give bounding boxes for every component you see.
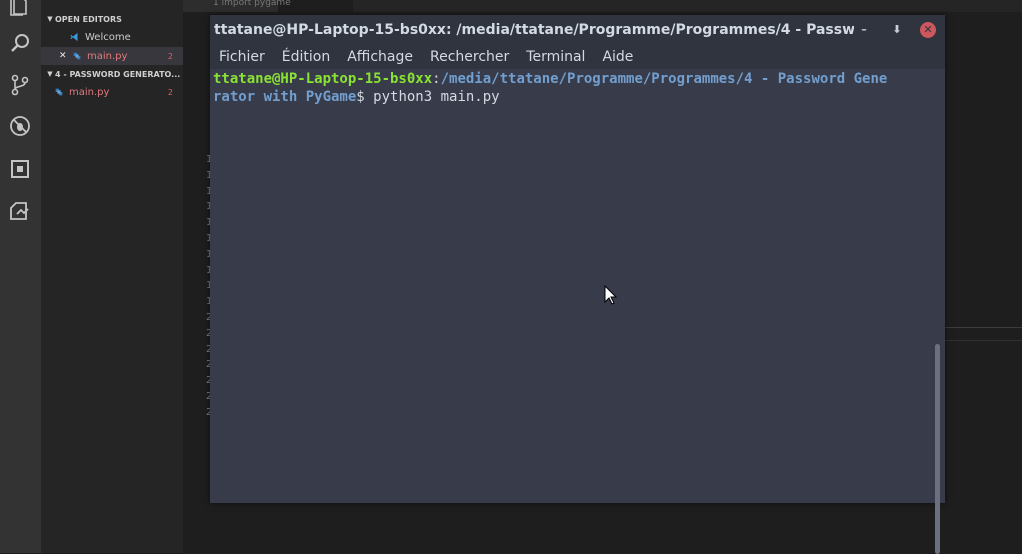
terminal-window[interactable]: ttatane@HP-Laptop-15-bs0xx: /media/ttata…: [210, 15, 945, 554]
caret-down-icon: ▼: [47, 70, 53, 78]
open-editors-label: OPEN EDITORS: [55, 14, 122, 24]
open-editor-label: Welcome: [85, 31, 131, 43]
open-editor-welcome[interactable]: Welcome: [41, 28, 183, 46]
menu-affichage[interactable]: Affichage: [347, 49, 413, 65]
python-icon: [71, 51, 83, 61]
maximize-button[interactable]: ⬇: [889, 22, 905, 38]
prompt-path: /media/ttatane/Programme/Programmes/4 - …: [440, 71, 888, 87]
remote-icon[interactable]: [8, 199, 32, 223]
folder-label: 4 - PASSWORD GENERATO...: [55, 69, 181, 79]
minimize-button[interactable]: –: [856, 22, 872, 38]
error-count-badge: 2: [167, 51, 173, 61]
terminal-menubar: Fichier Édition Affichage Rechercher Ter…: [210, 45, 945, 69]
python-icon: [53, 87, 65, 97]
prompt-path: rator with PyGame: [213, 89, 357, 105]
file-main-py[interactable]: main.py 2: [41, 83, 183, 101]
menu-rechercher[interactable]: Rechercher: [430, 49, 509, 65]
menu-terminal[interactable]: Terminal: [526, 49, 585, 65]
vscode-icon: [69, 32, 81, 42]
menu-aide[interactable]: Aide: [602, 49, 633, 65]
code-peek: 1 import pygame: [213, 0, 291, 8]
debug-icon[interactable]: [8, 114, 32, 138]
extensions-icon[interactable]: [8, 157, 32, 181]
panel-divider: [944, 340, 1022, 341]
search-icon[interactable]: [8, 32, 32, 56]
file-label: main.py: [69, 86, 110, 98]
caret-down-icon: ▼: [47, 15, 53, 23]
folder-header[interactable]: ▼ 4 - PASSWORD GENERATO...: [41, 65, 183, 83]
prompt-user: ttatane@HP-Laptop-15-bs0xx: [213, 71, 433, 87]
source-control-icon[interactable]: [8, 73, 32, 97]
terminal-output[interactable]: ttatane@HP-Laptop-15-bs0xx:/media/ttatan…: [210, 69, 945, 554]
terminal-title: ttatane@HP-Laptop-15-bs0xx: /media/ttata…: [214, 22, 854, 38]
explorer-sidebar: ▼ OPEN EDITORS Welcome ✕ main.py 2 ▼ 4 -…: [41, 0, 183, 553]
menu-edition[interactable]: Édition: [282, 49, 330, 65]
open-editor-main-py[interactable]: ✕ main.py 2: [41, 47, 183, 65]
editor-tabstrip: 1 import pygame: [183, 0, 1022, 12]
close-button[interactable]: ✕: [920, 22, 936, 38]
terminal-titlebar[interactable]: ttatane@HP-Laptop-15-bs0xx: /media/ttata…: [210, 15, 945, 45]
open-editors-header[interactable]: ▼ OPEN EDITORS: [41, 10, 183, 28]
close-icon[interactable]: ✕: [59, 51, 69, 61]
terminal-scrollbar[interactable]: [935, 344, 940, 554]
prompt-separator: :: [432, 71, 441, 87]
error-count-badge: 2: [167, 87, 173, 97]
menu-fichier[interactable]: Fichier: [219, 49, 265, 65]
panel-divider: [944, 327, 1022, 328]
files-icon[interactable]: [8, 0, 32, 18]
prompt-symbol: $: [356, 89, 365, 105]
terminal-text: ttatane@HP-Laptop-15-bs0xx:/media/ttatan…: [213, 70, 935, 106]
open-editor-label: main.py: [87, 50, 128, 62]
command-text: python3 main.py: [364, 89, 500, 105]
mouse-pointer-icon: [604, 284, 618, 305]
activity-bar: [0, 0, 41, 553]
